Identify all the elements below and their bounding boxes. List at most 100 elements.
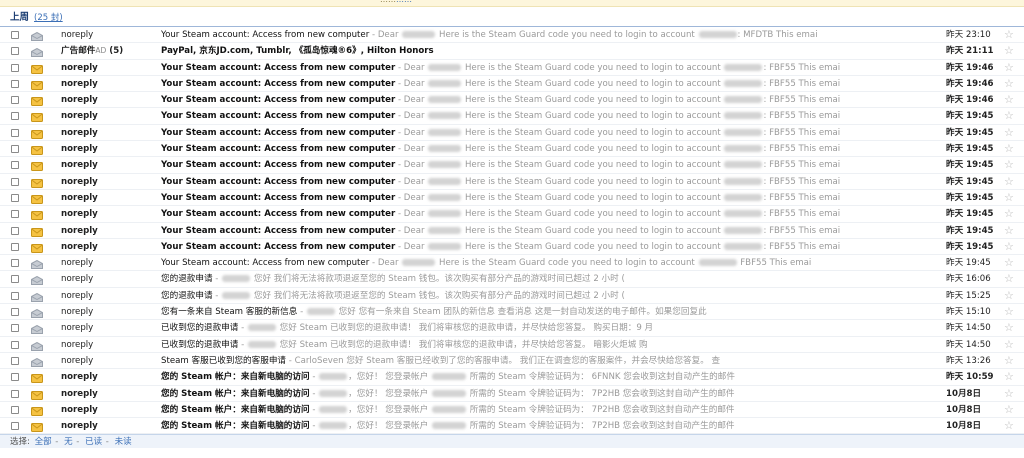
subject-cell[interactable]: 您的 Steam 帐户：来自新电脑的访问 - ，您好！ 您登录帐户 所需的 St… bbox=[161, 386, 941, 402]
row-checkbox[interactable] bbox=[11, 242, 19, 251]
email-row[interactable]: noreply Your Steam account: Access from n… bbox=[0, 92, 1024, 109]
star-icon[interactable]: ☆ bbox=[1004, 141, 1014, 157]
row-checkbox[interactable] bbox=[11, 340, 19, 349]
row-checkbox[interactable] bbox=[11, 193, 19, 202]
row-checkbox[interactable] bbox=[11, 422, 19, 431]
star-icon[interactable]: ☆ bbox=[1004, 402, 1014, 418]
row-checkbox[interactable] bbox=[11, 79, 19, 88]
subject-cell[interactable]: Your Steam account: Access from new comp… bbox=[161, 27, 941, 43]
star-icon[interactable]: ☆ bbox=[1004, 320, 1014, 336]
star-icon[interactable]: ☆ bbox=[1004, 190, 1014, 206]
row-checkbox[interactable] bbox=[11, 63, 19, 72]
subject-cell[interactable]: 您的 Steam 帐户：来自新电脑的访问 - ，您好！ 您登录帐户 所需的 St… bbox=[161, 369, 941, 385]
group-count-link[interactable]: (25 封) bbox=[34, 11, 63, 23]
email-row[interactable]: noreply 您的 Steam 帐户：来自新电脑的访问 - ，您好！ 您登录帐户… bbox=[0, 418, 1024, 435]
star-icon[interactable]: ☆ bbox=[1004, 206, 1014, 222]
email-row[interactable]: noreply Your Steam account: Access from n… bbox=[0, 190, 1024, 207]
subject-cell[interactable]: 您的退款申请 - 您好 我们将无法将款项退返至您的 Steam 钱包。该次购买有… bbox=[161, 271, 941, 287]
select-all-link[interactable]: 全部 bbox=[35, 437, 52, 447]
star-icon[interactable]: ☆ bbox=[1004, 304, 1014, 320]
star-icon[interactable]: ☆ bbox=[1004, 108, 1014, 124]
star-icon[interactable]: ☆ bbox=[1004, 27, 1014, 43]
email-row[interactable]: noreply Your Steam account: Access from n… bbox=[0, 76, 1024, 93]
row-checkbox[interactable] bbox=[11, 389, 19, 398]
star-icon[interactable]: ☆ bbox=[1004, 223, 1014, 239]
subject-cell[interactable]: Your Steam account: Access from new comp… bbox=[161, 125, 941, 141]
email-row[interactable]: noreply Your Steam account: Access from n… bbox=[0, 239, 1024, 256]
subject-cell[interactable]: 您的 Steam 帐户：来自新电脑的访问 - ，您好！ 您登录帐户 所需的 St… bbox=[161, 418, 941, 434]
row-checkbox[interactable] bbox=[11, 308, 19, 317]
star-icon[interactable]: ☆ bbox=[1004, 353, 1014, 369]
email-row[interactable]: noreply Your Steam account: Access from n… bbox=[0, 255, 1024, 272]
row-checkbox[interactable] bbox=[11, 226, 19, 235]
email-row[interactable]: noreply Your Steam account: Access from n… bbox=[0, 27, 1024, 44]
subject-cell[interactable]: Your Steam account: Access from new comp… bbox=[161, 76, 941, 92]
row-checkbox[interactable] bbox=[11, 324, 19, 333]
row-checkbox[interactable] bbox=[11, 128, 19, 137]
subject-cell[interactable]: Your Steam account: Access from new comp… bbox=[161, 206, 941, 222]
notice-link[interactable]: …… bbox=[396, 0, 412, 4]
row-checkbox[interactable] bbox=[11, 259, 19, 268]
subject-cell[interactable]: Your Steam account: Access from new comp… bbox=[161, 141, 941, 157]
star-icon[interactable]: ☆ bbox=[1004, 418, 1014, 434]
row-checkbox[interactable] bbox=[11, 96, 19, 105]
row-checkbox[interactable] bbox=[11, 161, 19, 170]
row-checkbox[interactable] bbox=[11, 405, 19, 414]
email-row[interactable]: noreply 您的退款申请 - 您好 我们将无法将款项退返至您的 Steam 钱… bbox=[0, 271, 1024, 288]
subject-cell[interactable]: Your Steam account: Access from new comp… bbox=[161, 255, 941, 271]
star-icon[interactable]: ☆ bbox=[1004, 76, 1014, 92]
select-read-link[interactable]: 已读 bbox=[85, 437, 102, 447]
email-row[interactable]: noreply 您的 Steam 帐户：来自新电脑的访问 - ，您好！ 您登录帐户… bbox=[0, 386, 1024, 402]
email-row[interactable]: noreply 您的 Steam 帐户：来自新电脑的访问 - ，您好！ 您登录帐户… bbox=[0, 369, 1024, 386]
email-row[interactable]: noreply 已收到您的退款申请 - 您好 Steam 已收到您的退款申请！ 我… bbox=[0, 320, 1024, 337]
subject-cell[interactable]: Your Steam account: Access from new comp… bbox=[161, 157, 941, 173]
star-icon[interactable]: ☆ bbox=[1004, 92, 1014, 108]
email-row[interactable]: noreply Your Steam account: Access from n… bbox=[0, 141, 1024, 158]
row-checkbox[interactable] bbox=[11, 210, 19, 219]
select-unread-link[interactable]: 未读 bbox=[115, 437, 132, 447]
star-icon[interactable]: ☆ bbox=[1004, 239, 1014, 255]
email-row[interactable]: noreply Your Steam account: Access from n… bbox=[0, 108, 1024, 125]
subject-cell[interactable]: 您的 Steam 帐户：来自新电脑的访问 - ，您好！ 您登录帐户 所需的 St… bbox=[161, 402, 941, 418]
row-checkbox[interactable] bbox=[11, 291, 19, 300]
row-checkbox[interactable] bbox=[11, 356, 19, 365]
subject-cell[interactable]: 您的退款申请 - 您好 我们将无法将款项退返至您的 Steam 钱包。该次购买有… bbox=[161, 288, 941, 304]
email-row[interactable]: noreply Your Steam account: Access from n… bbox=[0, 157, 1024, 174]
star-icon[interactable]: ☆ bbox=[1004, 174, 1014, 190]
subject-cell[interactable]: 已收到您的退款申请 - 您好 Steam 已收到您的退款申请！ 我们将审核您的退… bbox=[161, 320, 941, 336]
row-checkbox[interactable] bbox=[11, 145, 19, 154]
star-icon[interactable]: ☆ bbox=[1004, 337, 1014, 353]
star-icon[interactable]: ☆ bbox=[1004, 271, 1014, 287]
row-checkbox[interactable] bbox=[11, 112, 19, 121]
subject-cell[interactable]: Your Steam account: Access from new comp… bbox=[161, 223, 941, 239]
subject-cell[interactable]: Your Steam account: Access from new comp… bbox=[161, 108, 941, 124]
email-row[interactable]: noreply Your Steam account: Access from n… bbox=[0, 60, 1024, 76]
star-icon[interactable]: ☆ bbox=[1004, 125, 1014, 141]
row-checkbox[interactable] bbox=[11, 275, 19, 284]
email-row[interactable]: noreply 您有一条来自 Steam 客服的新信息 - 您好 您有一条来自 S… bbox=[0, 304, 1024, 321]
star-icon[interactable]: ☆ bbox=[1004, 255, 1014, 271]
email-row[interactable]: noreply Your Steam account: Access from n… bbox=[0, 125, 1024, 142]
star-icon[interactable]: ☆ bbox=[1004, 43, 1014, 59]
email-row[interactable]: noreply 您的退款申请 - 您好 我们将无法将款项退返至您的 Steam 钱… bbox=[0, 288, 1024, 305]
subject-cell[interactable]: Your Steam account: Access from new comp… bbox=[161, 190, 941, 206]
subject-cell[interactable]: Your Steam account: Access from new comp… bbox=[161, 239, 941, 255]
email-row[interactable]: noreply 您的 Steam 帐户：来自新电脑的访问 - ，您好！ 您登录帐户… bbox=[0, 402, 1024, 419]
email-row[interactable]: 广告邮件AD (5) PayPal, 京东JD.com, Tumblr, 《孤岛惊魂… bbox=[0, 43, 1024, 60]
star-icon[interactable]: ☆ bbox=[1004, 369, 1014, 385]
email-row[interactable]: noreply Your Steam account: Access from n… bbox=[0, 174, 1024, 190]
select-none-link[interactable]: 无 bbox=[64, 437, 73, 447]
email-row[interactable]: noreply Your Steam account: Access from n… bbox=[0, 223, 1024, 239]
subject-cell[interactable]: 您有一条来自 Steam 客服的新信息 - 您好 您有一条来自 Steam 团队… bbox=[161, 304, 941, 320]
subject-cell[interactable]: Your Steam account: Access from new comp… bbox=[161, 174, 941, 190]
row-checkbox[interactable] bbox=[11, 373, 19, 382]
subject-cell[interactable]: PayPal, 京东JD.com, Tumblr, 《孤岛惊魂®6》, Hilt… bbox=[161, 43, 941, 59]
row-checkbox[interactable] bbox=[11, 177, 19, 186]
email-row[interactable]: noreply 已收到您的退款申请 - 您好 Steam 已收到您的退款申请！ 我… bbox=[0, 337, 1024, 353]
star-icon[interactable]: ☆ bbox=[1004, 60, 1014, 76]
star-icon[interactable]: ☆ bbox=[1004, 288, 1014, 304]
row-checkbox[interactable] bbox=[11, 31, 19, 39]
subject-cell[interactable]: Your Steam account: Access from new comp… bbox=[161, 92, 941, 108]
email-row[interactable]: noreply Steam 客服已收到您的客服申请 - CarloSeven 您好… bbox=[0, 353, 1024, 370]
subject-cell[interactable]: Steam 客服已收到您的客服申请 - CarloSeven 您好 Steam … bbox=[161, 353, 941, 369]
